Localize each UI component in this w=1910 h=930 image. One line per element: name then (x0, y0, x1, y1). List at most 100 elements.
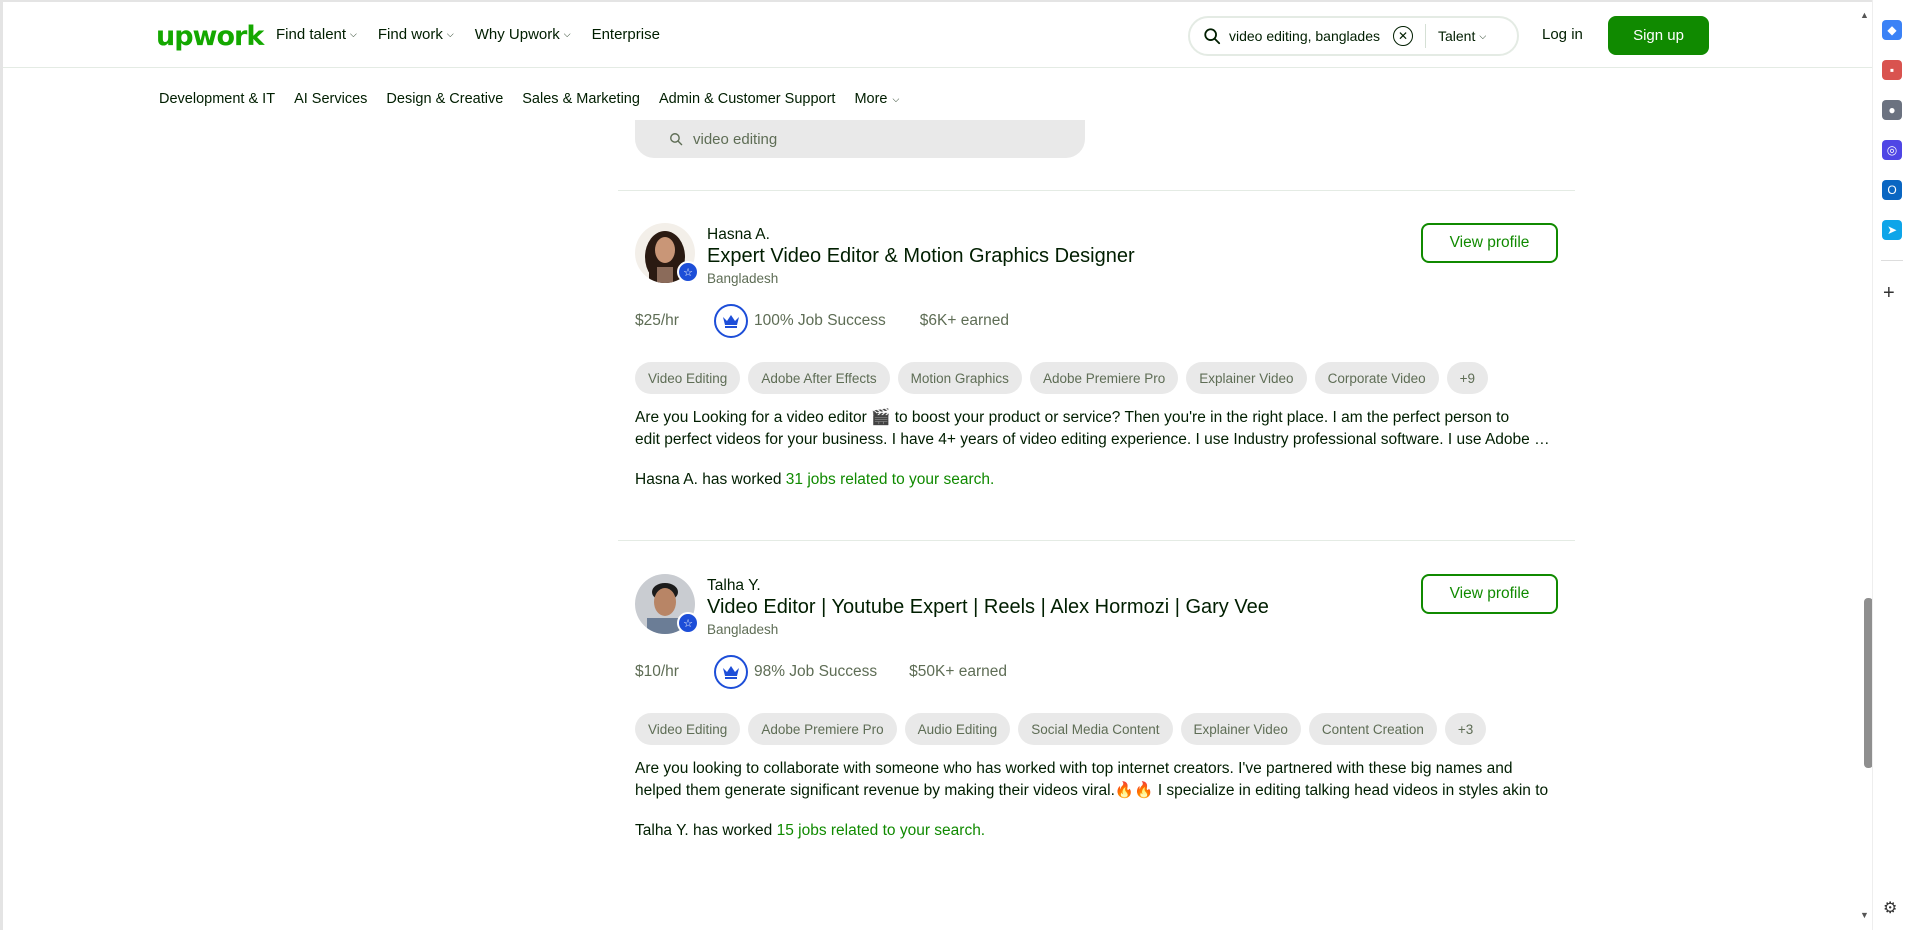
freelancer-title[interactable]: Video Editor | Youtube Expert | Reels | … (707, 596, 1269, 619)
skill-tag[interactable]: Audio Editing (904, 713, 1011, 745)
star-badge-icon: ☆ (677, 261, 699, 283)
skill-tag[interactable]: Motion Graphics (897, 362, 1022, 394)
chevron-down-icon: ⌵ (446, 29, 454, 39)
top-header: upwork Find talent ⌵ Find work ⌵ Why Upwor… (3, 2, 1875, 68)
skill-tag[interactable]: Adobe After Effects (748, 362, 890, 394)
category-development-it[interactable]: Development & IT (159, 91, 275, 107)
freelancer-country: Bangladesh (707, 271, 779, 286)
send-icon[interactable]: ➤ (1882, 220, 1902, 240)
skill-tag[interactable]: Video Editing (635, 362, 741, 394)
jobs-worked-link[interactable]: 15 jobs related to your search. (777, 822, 986, 839)
category-nav: Development & IT AI Services Design & Cr… (159, 91, 918, 107)
job-success: 98% Job Success (713, 655, 877, 689)
clear-search-icon[interactable]: ✕ (1393, 26, 1413, 46)
hourly-rate: $25/hr (635, 312, 679, 329)
people-icon[interactable]: ● (1882, 100, 1902, 120)
login-link[interactable]: Log in (1542, 26, 1583, 43)
category-more[interactable]: More ⌵ (854, 91, 899, 107)
tag-icon[interactable]: ◆ (1882, 20, 1902, 40)
chevron-down-icon: ⌵ (892, 93, 900, 104)
briefcase-icon[interactable]: ▪ (1882, 60, 1902, 80)
jobs-worked: Talha Y. has worked 15 jobs related to y… (635, 822, 985, 840)
description-line: helped them generate significant revenue… (635, 782, 1549, 799)
main-nav: Find talent ⌵ Find work ⌵ Why Upwork ⌵ Ente… (276, 26, 681, 43)
skill-tag[interactable]: Content Creation (1308, 713, 1437, 745)
skill-tag[interactable]: Explainer Video (1180, 713, 1301, 745)
crown-icon (713, 304, 748, 338)
search-input[interactable] (1229, 28, 1389, 44)
skill-list: Video Editing Adobe After Effects Motion… (635, 362, 1489, 394)
star-badge-icon: ☆ (677, 612, 699, 634)
jobs-worked-link[interactable]: 31 jobs related to your search. (786, 471, 995, 488)
category-ai-services[interactable]: AI Services (294, 91, 367, 107)
scroll-up-arrow-icon[interactable]: ▲ (1860, 10, 1869, 20)
results-search-text: video editing (693, 130, 778, 148)
jobs-worked: Hasna A. has worked 31 jobs related to y… (635, 471, 994, 489)
category-admin-support[interactable]: Admin & Customer Support (659, 91, 836, 107)
search-divider (1425, 24, 1426, 48)
view-profile-button[interactable]: View profile (1421, 574, 1558, 614)
category-sales-marketing[interactable]: Sales & Marketing (522, 91, 640, 107)
results-search-bar[interactable]: video editing (635, 120, 1085, 158)
skill-tag[interactable]: Social Media Content (1018, 713, 1173, 745)
skill-tag[interactable]: Video Editing (635, 713, 741, 745)
upwork-logo[interactable]: upwork (156, 21, 264, 52)
freelancer-description: Are you Looking for a video editor 🎬 to … (635, 407, 1555, 451)
browser-sidebar: ◆ ▪ ● ◎ O ➤ + ⚙ (1872, 0, 1910, 930)
description-line: Are you looking to collaborate with some… (635, 760, 1513, 777)
outlook-icon[interactable]: O (1882, 180, 1902, 200)
freelancer-title[interactable]: Expert Video Editor & Motion Graphics De… (707, 245, 1135, 268)
gear-icon[interactable]: ⚙ (1883, 898, 1897, 918)
nav-label: Find work (377, 26, 443, 43)
chevron-down-icon: ⌵ (350, 29, 357, 39)
nav-find-talent[interactable]: Find talent ⌵ (276, 26, 357, 43)
scope-label: Talent (1438, 28, 1476, 44)
skill-tag[interactable]: Corporate Video (1314, 362, 1439, 394)
freelancer-stats: $10/hr 98% Job Success $50K+ earned (635, 654, 1007, 690)
nav-why-upwork[interactable]: Why Upwork ⌵ (475, 26, 571, 43)
chevron-down-icon: ⌵ (563, 29, 571, 39)
more-skills-tag[interactable]: +3 (1444, 713, 1487, 745)
copilot-icon[interactable]: ◎ (1882, 140, 1902, 160)
skill-tag[interactable]: Explainer Video (1186, 362, 1307, 394)
hourly-rate: $10/hr (635, 663, 679, 680)
total-earned: $6K+ earned (919, 312, 1009, 329)
search-scope-dropdown[interactable]: Talent ⌵ (1438, 28, 1486, 44)
freelancer-stats: $25/hr 100% Job Success $6K+ earned (635, 303, 1009, 339)
avatar[interactable]: ☆ (635, 574, 699, 634)
avatar[interactable]: ☆ (635, 223, 699, 283)
sidebar-divider (1881, 260, 1903, 261)
nav-label: Why Upwork (474, 26, 560, 43)
header-search: ✕ Talent⌵ (1188, 16, 1519, 56)
jobs-worked-prefix: Talha Y. has worked (635, 822, 777, 839)
skill-list: Video Editing Adobe Premiere Pro Audio E… (635, 713, 1487, 745)
skill-tag[interactable]: Adobe Premiere Pro (1029, 362, 1179, 394)
total-earned: $50K+ earned (909, 663, 1007, 680)
more-label: More (854, 91, 888, 107)
search-icon (1204, 28, 1221, 45)
divider (618, 190, 1575, 191)
chevron-down-icon: ⌵ (1479, 30, 1487, 41)
job-success: 100% Job Success (713, 304, 886, 338)
freelancer-name[interactable]: Talha Y. (707, 577, 761, 595)
category-design-creative[interactable]: Design & Creative (386, 91, 503, 107)
nav-label: Enterprise (591, 26, 660, 43)
signup-button[interactable]: Sign up (1608, 16, 1709, 55)
nav-enterprise[interactable]: Enterprise (592, 26, 660, 43)
browser-page: upwork Find talent ⌵ Find work ⌵ Why Upwor… (0, 0, 1875, 930)
description-line: edit perfect videos for your business. I… (635, 431, 1555, 448)
divider (618, 540, 1575, 541)
scroll-down-arrow-icon[interactable]: ▼ (1860, 910, 1869, 920)
description-line: Are you Looking for a video editor 🎬 to … (635, 409, 1510, 426)
skill-tag[interactable]: Adobe Premiere Pro (748, 713, 897, 745)
nav-find-work[interactable]: Find work ⌵ (378, 26, 454, 43)
freelancer-country: Bangladesh (707, 622, 779, 637)
add-icon[interactable]: + (1883, 282, 1895, 305)
jobs-worked-prefix: Hasna A. has worked (635, 471, 786, 488)
more-skills-tag[interactable]: +9 (1446, 362, 1489, 394)
view-profile-button[interactable]: View profile (1421, 223, 1558, 263)
job-success-label: 100% Job Success (753, 312, 886, 329)
freelancer-name[interactable]: Hasna A. (707, 226, 770, 244)
nav-label: Find talent (276, 26, 347, 43)
search-icon (670, 133, 683, 146)
